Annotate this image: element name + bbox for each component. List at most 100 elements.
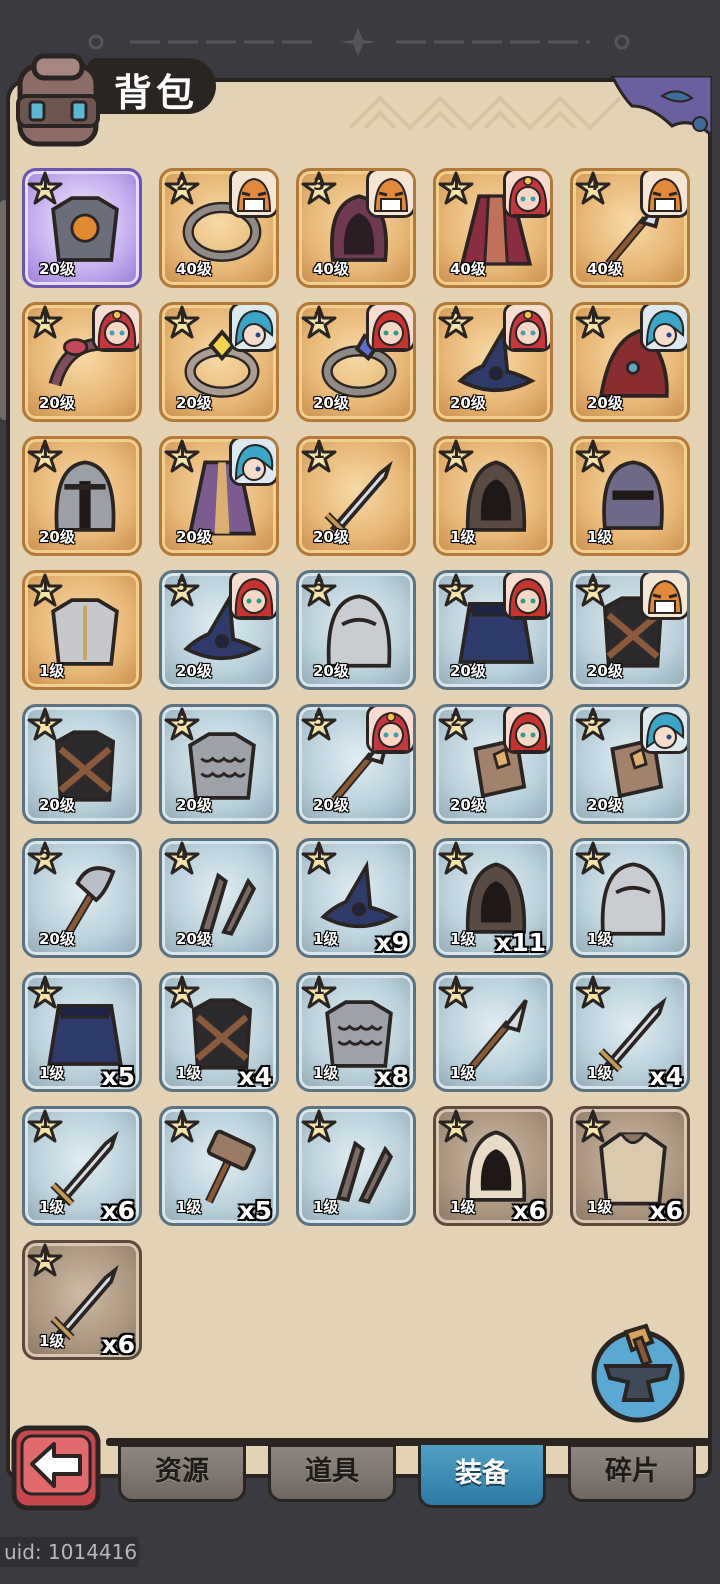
star-count: 5 (313, 577, 325, 597)
equipment-slot[interactable]: 1 20级 (296, 302, 416, 422)
equipment-slot[interactable]: 1 20级 (570, 302, 690, 422)
equipment-slot[interactable]: 1 1级 (433, 436, 553, 556)
equipment-slot[interactable]: 5 20级 (296, 570, 416, 690)
star-rank-badge: 1 (27, 975, 63, 1011)
star-rank-badge: 1 (27, 1109, 63, 1145)
equipment-slot[interactable]: 1 1级 x6 (22, 1240, 142, 1360)
equipment-slot[interactable]: 5 20级 (22, 838, 142, 958)
equipment-slot[interactable]: 5 20级 (570, 570, 690, 690)
tab-resources[interactable]: 资源 (118, 1444, 246, 1502)
star-rank-badge: 1 (575, 439, 611, 475)
equipment-slot[interactable]: 2 20级 (433, 302, 553, 422)
star-rank-badge: 5 (575, 707, 611, 743)
item-level: 1级 (39, 1198, 65, 1216)
tab-fragments[interactable]: 碎片 (568, 1444, 696, 1502)
equipment-slot[interactable]: 4 20级 (159, 838, 279, 958)
star-rank-badge: 5 (164, 573, 200, 609)
equipment-slot[interactable]: 3 40级 (296, 168, 416, 288)
tab-equipment[interactable]: 装备 (418, 1442, 546, 1508)
star-rank-badge: 1 (438, 439, 474, 475)
star-count: 1 (587, 443, 599, 463)
star-rank-badge: 5 (27, 841, 63, 877)
equipment-slot[interactable]: 1 1级 x5 (22, 972, 142, 1092)
item-level: 1级 (39, 1332, 65, 1350)
equipment-slot[interactable]: 1 1级 x6 (570, 1106, 690, 1226)
equipment-slot[interactable]: 1 1级 x4 (159, 972, 279, 1092)
item-level: 1级 (450, 930, 476, 948)
equipment-slot[interactable]: 5 20级 (159, 570, 279, 690)
star-count: 1 (313, 309, 325, 329)
item-level: 1级 (587, 1064, 613, 1082)
item-level: 20级 (450, 662, 486, 680)
star-rank-badge: 1 (164, 305, 200, 341)
star-rank-badge: 1 (27, 1243, 63, 1279)
equipment-slot[interactable]: 4 20级 (22, 704, 142, 824)
item-level: 1级 (587, 1198, 613, 1216)
item-level: 1级 (39, 662, 65, 680)
star-count: 4 (39, 711, 51, 731)
item-level: 20级 (313, 394, 349, 412)
equipment-slot[interactable]: 1 20级 (22, 168, 142, 288)
equipment-slot[interactable]: 1 1级 x8 (296, 972, 416, 1092)
equipment-slot[interactable]: 1 40级 (433, 168, 553, 288)
star-count: 5 (176, 711, 188, 731)
item-level: 20级 (176, 394, 212, 412)
equipment-slot[interactable]: 1 1级 (433, 972, 553, 1092)
star-count: 5 (39, 845, 51, 865)
equipment-slot[interactable]: 2 40级 (159, 168, 279, 288)
item-count: x6 (512, 1196, 546, 1225)
item-level: 40级 (587, 260, 623, 278)
equipment-slot[interactable]: 1 20级 (296, 436, 416, 556)
equipment-slot[interactable]: 1 20级 (22, 302, 142, 422)
equipment-slot[interactable]: 2 20级 (433, 704, 553, 824)
equipment-slot[interactable]: 1 1级 (570, 436, 690, 556)
equipment-slot[interactable]: 1 1级 x11 (433, 838, 553, 958)
star-count: 1 (587, 979, 599, 999)
star-count: 4 (176, 845, 188, 865)
item-level: 20级 (313, 662, 349, 680)
star-rank-badge: 2 (164, 171, 200, 207)
item-level: 40级 (176, 260, 212, 278)
equipment-slot[interactable]: 5 20级 (296, 704, 416, 824)
star-count: 1 (450, 175, 462, 195)
item-count: x5 (101, 1062, 135, 1091)
equipment-slot[interactable]: 1 1级 x5 (159, 1106, 279, 1226)
star-rank-badge: 1 (301, 439, 337, 475)
equipment-slot[interactable]: 1 1级 x6 (433, 1106, 553, 1226)
equipment-slot[interactable]: 5 20级 (570, 704, 690, 824)
tiger-hero-icon (229, 171, 276, 218)
equipment-slot[interactable]: 1 1级 x9 (296, 838, 416, 958)
item-level: 1级 (176, 1064, 202, 1082)
equipment-slot[interactable]: 1 1级 (22, 570, 142, 690)
star-count: 1 (39, 979, 51, 999)
equipment-slot[interactable]: 1 1级 (570, 838, 690, 958)
star-count: 1 (313, 845, 325, 865)
equipment-slot[interactable]: 5 20级 (433, 570, 553, 690)
star-count: 1 (176, 309, 188, 329)
equipment-slot[interactable]: 1 20级 (159, 302, 279, 422)
equipment-slot[interactable]: 5 20级 (159, 704, 279, 824)
item-level: 1级 (313, 1198, 339, 1216)
equipment-slot[interactable]: 1 20级 (22, 436, 142, 556)
star-count: 1 (39, 175, 51, 195)
tab-items[interactable]: 道具 (268, 1444, 396, 1502)
item-level: 1级 (450, 528, 476, 546)
item-level: 1级 (313, 930, 339, 948)
star-rank-badge: 1 (301, 305, 337, 341)
equipment-slot[interactable]: 1 1级 x4 (570, 972, 690, 1092)
star-rank-badge: 1 (438, 171, 474, 207)
item-level: 1级 (313, 1064, 339, 1082)
equipment-slot[interactable]: 1 1级 (296, 1106, 416, 1226)
equipment-slot[interactable]: 4 40级 (570, 168, 690, 288)
star-count: 1 (450, 1113, 462, 1133)
equipment-slot[interactable]: 1 1级 x6 (22, 1106, 142, 1226)
user-id-label: uid: 1014416 (0, 1537, 140, 1567)
anvil-forge-button[interactable] (586, 1320, 690, 1424)
back-button[interactable] (8, 1424, 104, 1514)
red-hair-hero-icon (503, 305, 550, 352)
star-rank-badge: 1 (27, 573, 63, 609)
star-rank-badge: 1 (27, 439, 63, 475)
item-level: 20级 (313, 528, 349, 546)
equipment-slot[interactable]: 1 20级 (159, 436, 279, 556)
red-hair-hero-icon (503, 171, 550, 218)
